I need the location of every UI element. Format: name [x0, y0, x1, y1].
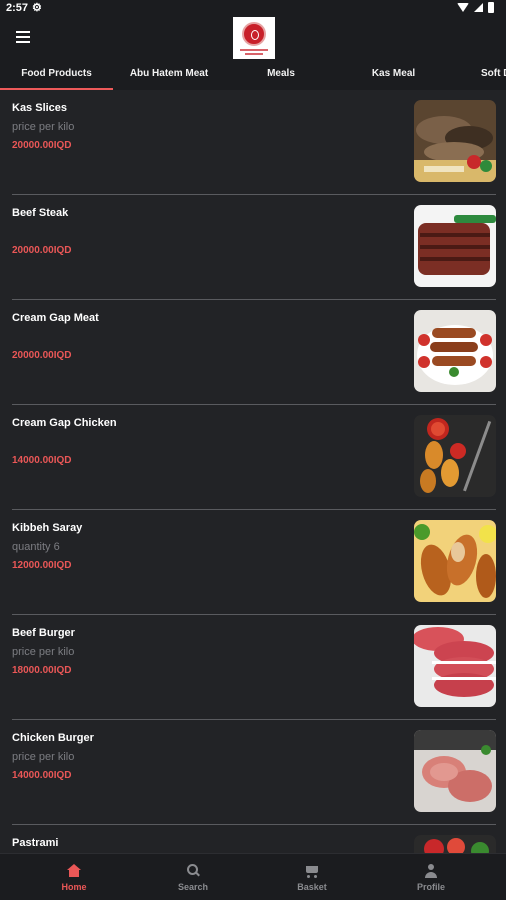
product-item[interactable]: Kas Slices price per kilo 20000.00IQD: [12, 90, 496, 195]
nav-label: Basket: [297, 882, 327, 892]
product-price: 20000.00IQD: [12, 245, 72, 256]
bottom-navigation: Home Search Basket Profile: [0, 853, 506, 900]
home-icon: [66, 864, 82, 878]
product-price: 20000.00IQD: [12, 350, 72, 361]
status-time: 2:57: [6, 2, 29, 14]
battery-icon: [488, 2, 494, 13]
product-image: [414, 100, 496, 182]
product-item[interactable]: Chicken Burger price per kilo 14000.00IQ…: [12, 720, 496, 825]
product-name: Kibbeh Saray: [12, 522, 83, 534]
product-name: Kas Slices: [12, 102, 68, 114]
product-image: [414, 415, 496, 497]
product-price: 12000.00IQD: [12, 560, 72, 571]
product-image: [414, 205, 496, 287]
product-subtitle: quantity 6: [12, 541, 60, 553]
product-name: Pastrami: [12, 837, 59, 849]
product-name: Cream Gap Meat: [12, 312, 99, 324]
nav-label: Profile: [416, 882, 445, 892]
nav-label: Search: [177, 882, 209, 892]
product-image: [414, 625, 496, 707]
product-image: [414, 835, 496, 853]
product-name: Beef Steak: [12, 207, 69, 219]
product-list[interactable]: Kas Slices price per kilo 20000.00IQD Be…: [0, 90, 506, 853]
tab-meals[interactable]: Meals: [225, 60, 337, 90]
app-bar: [0, 16, 506, 60]
product-image: [414, 310, 496, 392]
product-price: 14000.00IQD: [12, 770, 72, 781]
hamburger-menu-icon[interactable]: [16, 31, 30, 43]
nav-basket[interactable]: Basket: [272, 854, 352, 900]
cart-icon: [304, 864, 320, 878]
product-name: Beef Burger: [12, 627, 75, 639]
category-tabs: Food Products Abu Hatem Meat Meals Kas M…: [0, 60, 506, 90]
product-subtitle: price per kilo: [12, 121, 75, 133]
nav-home[interactable]: Home: [34, 854, 114, 900]
product-price: 18000.00IQD: [12, 665, 72, 676]
wifi-icon: [457, 3, 469, 12]
person-icon: [423, 864, 439, 878]
product-name: Chicken Burger: [12, 732, 94, 744]
status-indicators: [457, 2, 494, 13]
product-image: [414, 520, 496, 602]
status-bar: 2:57 ⚙: [0, 0, 506, 16]
tab-abu-hatem-meat[interactable]: Abu Hatem Meat: [113, 60, 225, 90]
product-item[interactable]: Beef Steak 20000.00IQD: [12, 195, 496, 300]
product-subtitle: price per kilo: [12, 646, 75, 658]
product-item[interactable]: Cream Gap Chicken 14000.00IQD: [12, 405, 496, 510]
search-icon: [185, 864, 201, 878]
product-item[interactable]: Beef Burger price per kilo 18000.00IQD: [12, 615, 496, 720]
product-item[interactable]: Cream Gap Meat 20000.00IQD: [12, 300, 496, 405]
product-price: 14000.00IQD: [12, 455, 72, 466]
nav-profile[interactable]: Profile: [391, 854, 471, 900]
logo-seal-icon: [242, 21, 266, 46]
product-name: Cream Gap Chicken: [12, 417, 117, 429]
product-item[interactable]: Kibbeh Saray quantity 6 12000.00IQD: [12, 510, 496, 615]
product-image: [414, 730, 496, 812]
nav-label: Home: [61, 882, 87, 892]
nav-search[interactable]: Search: [153, 854, 233, 900]
product-subtitle: price per kilo: [12, 751, 75, 763]
app-logo: [233, 17, 275, 59]
product-item[interactable]: Pastrami: [12, 825, 496, 853]
signal-icon: [474, 3, 483, 12]
settings-gear-icon: ⚙: [32, 2, 42, 14]
tab-food-products[interactable]: Food Products: [0, 60, 113, 90]
tab-kas-meal[interactable]: Kas Meal: [337, 60, 450, 90]
product-price: 20000.00IQD: [12, 140, 72, 151]
tab-soft-drinks[interactable]: Soft D: [481, 60, 506, 90]
